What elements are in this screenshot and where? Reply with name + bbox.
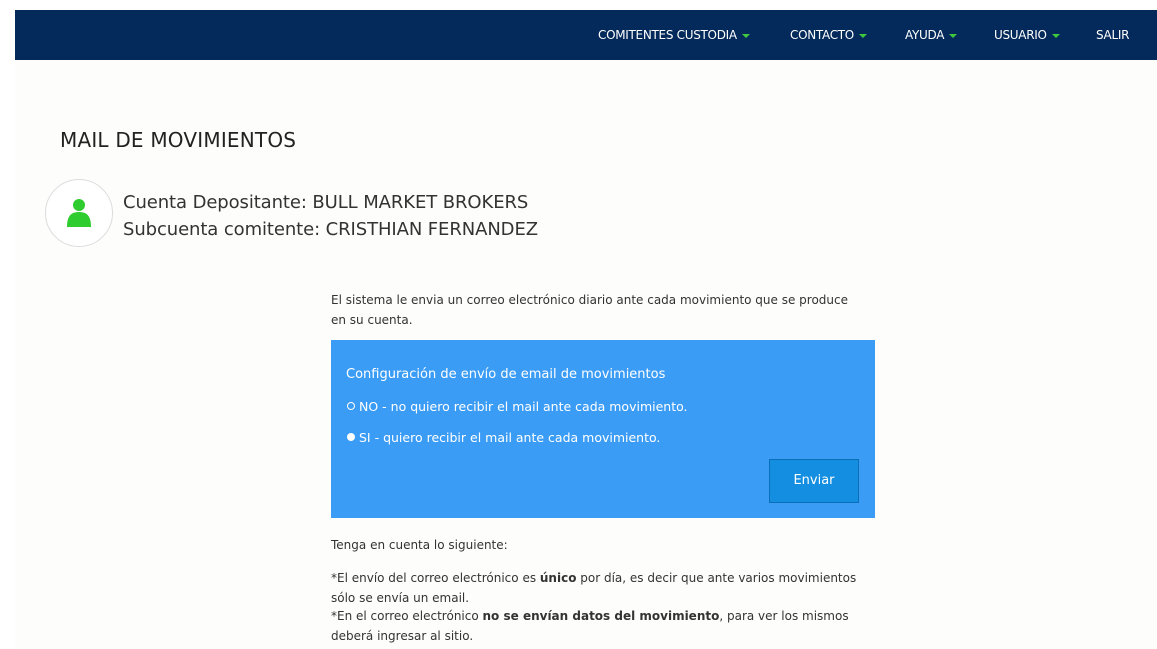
nav-label: SALIR <box>1096 28 1130 42</box>
nav-comitentes-custodia[interactable]: COMITENTES CUSTODIA <box>598 10 750 60</box>
note-unico: *El envío del correo electrónico es únic… <box>331 568 861 608</box>
panel-title: Configuración de envío de email de movim… <box>346 367 666 382</box>
email-config-panel: Configuración de envío de email de movim… <box>331 340 875 518</box>
send-button[interactable]: Enviar <box>769 459 859 503</box>
nav-salir[interactable]: SALIR <box>1096 10 1129 60</box>
radio-no[interactable] <box>347 402 355 410</box>
account-subcuenta: Subcuenta comitente: CRISTHIAN FERNANDEZ <box>123 219 538 240</box>
option-no[interactable]: NO - no quiero recibir el mail ante cada… <box>347 399 688 414</box>
caret-down-icon <box>1051 33 1060 38</box>
intro-text: El sistema le envia un correo electrónic… <box>331 293 849 327</box>
avatar <box>45 179 113 247</box>
nav-contacto[interactable]: CONTACTO <box>790 10 867 60</box>
account-depositante: Cuenta Depositante: BULL MARKET BROKERS <box>123 192 529 213</box>
nav-label: USUARIO <box>994 28 1047 42</box>
nav-label: COMITENTES CUSTODIA <box>598 28 737 42</box>
nav-usuario[interactable]: USUARIO <box>994 10 1060 60</box>
page-title: MAIL DE MOVIMIENTOS <box>60 128 297 152</box>
notes-heading: Tenga en cuenta lo siguiente: <box>331 538 508 552</box>
user-icon <box>67 199 91 227</box>
note1-before: *El envío del correo electrónico es <box>331 571 540 585</box>
top-navbar: COMITENTES CUSTODIA CONTACTO AYUDA USUAR… <box>15 10 1157 60</box>
option-no-label: NO - no quiero recibir el mail ante cada… <box>359 399 688 414</box>
radio-si[interactable] <box>347 433 355 441</box>
nav-ayuda[interactable]: AYUDA <box>905 10 958 60</box>
nav-label: AYUDA <box>905 28 945 42</box>
note2-before: *En el correo electrónico <box>331 609 483 623</box>
note-datos: *En el correo electrónico no se envían d… <box>331 606 861 646</box>
caret-down-icon <box>858 33 867 38</box>
note2-bold: no se envían datos del movimiento <box>482 609 720 623</box>
note1-bold: único <box>539 571 577 585</box>
nav-label: CONTACTO <box>790 28 854 42</box>
option-si-label: SI - quiero recibir el mail ante cada mo… <box>359 430 661 445</box>
caret-down-icon <box>949 33 958 38</box>
caret-down-icon <box>741 33 750 38</box>
option-si[interactable]: SI - quiero recibir el mail ante cada mo… <box>347 430 660 445</box>
